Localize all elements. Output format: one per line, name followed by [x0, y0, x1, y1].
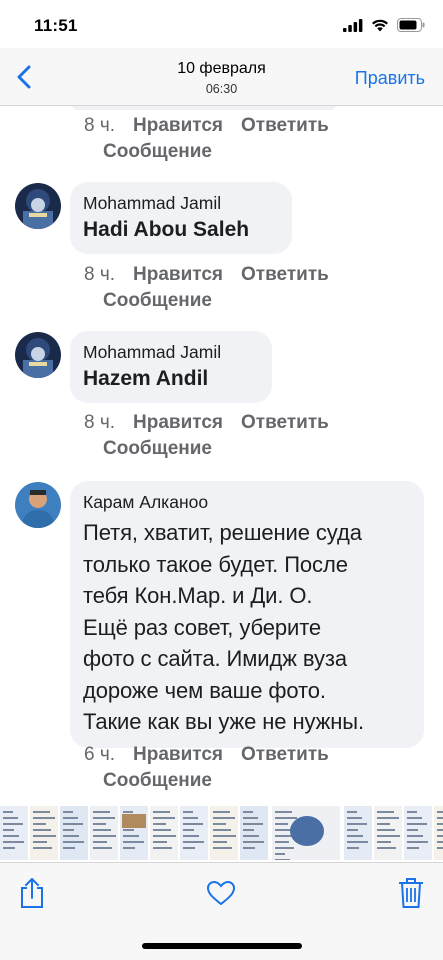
message-link: Сообщение [103, 141, 212, 162]
comment-author: Mohammad Jamil [83, 342, 222, 362]
like-link: Нравится [133, 115, 223, 136]
heart-icon [206, 880, 236, 906]
comment-text-line: Петя, хватит, решение суда [83, 520, 362, 545]
status-bar: 11:51 [0, 0, 443, 48]
thumbnail[interactable] [150, 806, 178, 860]
thumbnail[interactable] [344, 806, 372, 860]
comment-text-line: Ещё раз совет, уберите [83, 614, 322, 640]
thumbnail[interactable] [60, 806, 88, 860]
share-button[interactable] [14, 875, 50, 911]
comment-text-line: фото с сайта. Имидж вуза [83, 646, 347, 671]
like-button[interactable] [203, 875, 239, 911]
comment-text: Петя, хватит, решение суда только такое … [83, 517, 410, 738]
comment-actions: 8 ч. Нравится Ответить Сообщение [84, 113, 347, 165]
wifi-icon [372, 19, 388, 31]
signal-icon [343, 18, 363, 32]
thumbnail[interactable] [180, 806, 208, 860]
thumbnail[interactable] [0, 806, 28, 860]
delete-button[interactable] [393, 875, 429, 911]
trash-icon [399, 878, 423, 908]
comment-actions: 8 ч. Нравится Ответить Сообщение [84, 262, 347, 314]
avatar [15, 183, 61, 229]
status-icons [343, 18, 425, 32]
status-time: 11:51 [34, 16, 78, 35]
comment-bubble: Mohammad Jamil Hadi Abou Saleh [70, 182, 292, 254]
reply-link: Ответить [241, 744, 329, 765]
battery-icon [397, 18, 425, 32]
thumbnail[interactable] [210, 806, 238, 860]
comment-time: 8 ч. [84, 264, 116, 285]
comment-time: 8 ч. [84, 412, 116, 433]
thumbnail-strip[interactable] [0, 806, 443, 860]
photo-content: 8 ч. Нравится Ответить Сообщение Mohammad … [0, 106, 443, 800]
thumbnail[interactable] [270, 806, 342, 860]
comment-bubble: Карам Алканоо Петя, хватит, решение суда… [70, 481, 424, 748]
nav-bar: 10 февраля 06:30 Править [0, 48, 443, 106]
comment-bubble: Mohammad Jamil Hazem Andil [70, 331, 272, 403]
message-link: Сообщение [103, 438, 212, 459]
tagged-name: Hazem Andil [83, 367, 209, 390]
comment-bubble-partial [70, 106, 338, 110]
comment-author: Карам Алканоо [83, 492, 209, 512]
message-link: Сообщение [103, 290, 212, 311]
home-indicator [142, 943, 302, 949]
reply-link: Ответить [241, 412, 329, 433]
like-link: Нравится [133, 264, 223, 285]
avatar [15, 332, 61, 378]
thumbnail[interactable] [404, 806, 432, 860]
comment-actions: 8 ч. Нравится Ответить Сообщение [84, 410, 347, 462]
avatar [15, 482, 61, 528]
like-link: Нравится [133, 744, 223, 765]
comment-actions: 6 ч. Нравится Ответить Сообщение [84, 742, 347, 794]
comment-text-line: тебя Кон.Мар. и Ди. О. [83, 583, 313, 608]
thumbnail[interactable] [120, 806, 148, 860]
share-icon [21, 878, 43, 908]
comment-author: Mohammad Jamil [83, 193, 222, 213]
tagged-name: Hadi Abou Saleh [83, 218, 250, 241]
reply-link: Ответить [241, 115, 329, 136]
thumbnail[interactable] [374, 806, 402, 860]
comment-text-line: дороже чем ваше фото. [83, 677, 326, 703]
comment-text-line: Такие как вы уже не нужны. [83, 709, 365, 734]
thumbnail[interactable] [434, 806, 443, 860]
comment-time: 6 ч. [84, 744, 116, 765]
message-link: Сообщение [103, 770, 212, 791]
comment-text-line: только такое будет. После [83, 551, 348, 577]
thumbnail[interactable] [240, 806, 268, 860]
like-link: Нравится [133, 412, 223, 433]
reply-link: Ответить [241, 264, 329, 285]
thumbnail[interactable] [30, 806, 58, 860]
comment-time: 8 ч. [84, 115, 116, 136]
bottom-toolbar [0, 862, 443, 960]
thumbnail[interactable] [90, 806, 118, 860]
edit-button[interactable]: Править [355, 68, 425, 89]
